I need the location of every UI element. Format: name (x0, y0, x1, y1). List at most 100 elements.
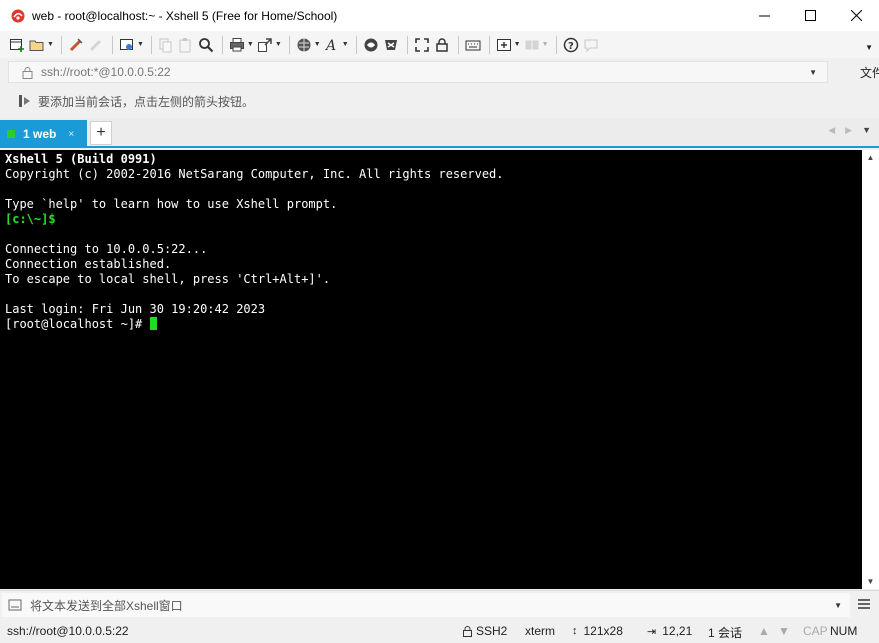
toolbar-overflow-icon[interactable]: ▼ (865, 43, 873, 52)
status-protocol-label: SSH2 (476, 624, 508, 638)
lock-icon (19, 66, 35, 79)
hint-text: 要添加当前会话，点击左侧的箭头按钮。 (38, 94, 255, 109)
lock-button[interactable] (433, 34, 451, 56)
tab-prev-icon[interactable]: ◀ (828, 125, 835, 136)
toolbar-divider (457, 35, 459, 54)
connected-status-icon (7, 130, 15, 138)
transfer-button[interactable]: ▼ (256, 34, 282, 56)
chevron-down-icon: ▼ (313, 41, 321, 48)
disconnect-button[interactable] (87, 34, 105, 56)
paste-button[interactable] (177, 34, 195, 56)
status-protocol: SSH2 (463, 624, 507, 638)
encoding-button[interactable]: ▼ (295, 34, 321, 56)
tab-web[interactable]: 1 web × (0, 120, 87, 148)
xmanager-button[interactable] (382, 34, 400, 56)
transfer-icon (256, 36, 274, 54)
title-bar: web - root@localhost:~ - Xshell 5 (Free … (0, 0, 879, 31)
print-button[interactable]: ▼ (228, 34, 254, 56)
new-tab-button[interactable]: + (90, 121, 112, 145)
status-num: NUM (830, 624, 858, 638)
chat-button[interactable] (582, 34, 600, 56)
terminal-scrollbar[interactable]: ▲ ▼ (862, 150, 879, 589)
globe-icon (295, 36, 313, 54)
terminal-line-text: To escape to local shell, press 'Ctrl+Al… (5, 272, 331, 286)
session-up-icon[interactable]: ▲ (758, 624, 770, 638)
address-field[interactable]: ssh://root:*@10.0.0.5:22 ▼ (8, 61, 828, 83)
compose-window-icon (8, 598, 22, 612)
session-hint-bar: 要添加当前会话，点击左侧的箭头按钮。 (0, 86, 879, 116)
terminal-line-text: Last login: Fri Jun 30 19:20:42 2023 (5, 302, 266, 316)
tab-label: 1 web (23, 127, 57, 141)
toolbar-divider (555, 35, 557, 54)
font-button[interactable]: A ▼ (323, 34, 349, 56)
layout-icon (523, 36, 541, 54)
chevron-down-icon: ▼ (136, 41, 144, 48)
address-bar: ssh://root:*@10.0.0.5:22 ▼ 文件 (0, 58, 879, 86)
help-icon: ? (562, 36, 580, 54)
chat-icon (582, 36, 600, 54)
scroll-up-icon[interactable]: ▲ (862, 150, 879, 165)
compose-menu-button[interactable] (856, 596, 872, 612)
chevron-down-icon: ▼ (274, 41, 282, 48)
add-pane-icon (495, 36, 513, 54)
chevron-down-icon: ▼ (541, 41, 549, 48)
properties-button[interactable]: ▼ (118, 34, 144, 56)
terminal-line: [c:\~]$ (5, 212, 862, 227)
keyboard-icon (464, 36, 482, 54)
disconnect-icon (87, 36, 105, 54)
chevron-down-icon[interactable]: ▼ (809, 68, 817, 77)
terminal-output[interactable]: Xshell 5 (Build 0991) Copyright (c) 2002-… (0, 150, 862, 589)
tab-list-icon[interactable]: ▼ (862, 125, 871, 136)
file-menu-label[interactable]: 文件 (860, 64, 879, 81)
status-terminal-type: xterm (525, 624, 555, 638)
add-session-arrow-icon[interactable] (18, 94, 32, 108)
open-folder-icon (28, 36, 46, 54)
terminal-line: [root@localhost ~]# (5, 317, 862, 332)
copy-button[interactable] (157, 34, 175, 56)
scroll-down-icon[interactable]: ▼ (862, 574, 879, 589)
find-button[interactable] (197, 34, 215, 56)
chevron-down-icon: ▼ (513, 41, 521, 48)
maximize-icon (804, 10, 816, 21)
close-button[interactable] (833, 0, 879, 31)
minimize-icon (758, 15, 770, 17)
session-down-icon[interactable]: ▼ (778, 624, 790, 638)
minimize-button[interactable] (741, 0, 787, 31)
lock-icon (463, 625, 472, 637)
cursor-position-icon: ⇥ (647, 625, 657, 638)
new-session-button[interactable] (8, 34, 26, 56)
terminal-line-text: Copyright (c) 2002-2016 NetSarang Comput… (5, 167, 504, 181)
fullscreen-button[interactable] (413, 34, 431, 56)
toolbar-divider (150, 35, 152, 54)
terminal-line-text: Connecting to 10.0.0.5:22... (5, 242, 208, 256)
terminal-line-text: [c:\~]$ (5, 212, 56, 226)
toolbar-divider (355, 35, 357, 54)
status-session: ssh://root@10.0.0.5:22 (7, 624, 129, 638)
terminal-line-text: Type `help' to learn how to use Xshell p… (5, 197, 338, 211)
tab-next-icon[interactable]: ▶ (845, 125, 852, 136)
help-button[interactable]: ? (562, 34, 580, 56)
layout-button[interactable]: ▼ (523, 34, 549, 56)
terminal-line: Xshell 5 (Build 0991) (5, 152, 862, 167)
keyboard-button[interactable] (464, 34, 482, 56)
status-size: ↕ 121x28 (572, 624, 623, 638)
reconnect-button[interactable] (67, 34, 85, 56)
send-to-all-field[interactable]: 将文本发送到全部Xshell窗口 ▼ (2, 593, 850, 617)
chevron-down-icon[interactable]: ▼ (834, 601, 842, 610)
terminal-line: Last login: Fri Jun 30 19:20:42 2023 (5, 302, 862, 317)
paste-icon (177, 36, 195, 54)
find-icon (197, 36, 215, 54)
add-pane-button[interactable]: ▼ (495, 34, 521, 56)
maximize-button[interactable] (787, 0, 833, 31)
xftp-button[interactable] (362, 34, 380, 56)
open-session-button[interactable]: ▼ (28, 34, 54, 56)
chevron-down-icon: ▼ (47, 41, 54, 48)
window-title: web - root@localhost:~ - Xshell 5 (Free … (32, 8, 338, 23)
status-cursor-label: 12,21 (662, 624, 693, 638)
tab-close-icon[interactable]: × (68, 129, 74, 140)
svg-text:?: ? (568, 41, 574, 52)
svg-text:A: A (324, 38, 336, 53)
chevron-down-icon: ▼ (246, 41, 254, 48)
